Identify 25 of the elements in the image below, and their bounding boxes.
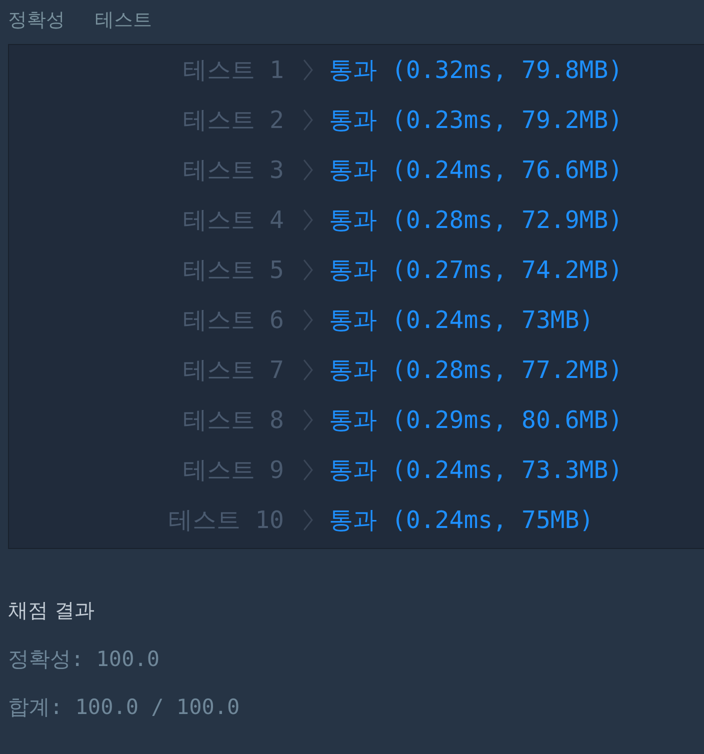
test-result: 통과 (0.24ms, 73MB) <box>329 305 594 336</box>
chevron-icon <box>302 258 314 282</box>
test-result: 통과 (0.24ms, 76.6MB) <box>329 155 623 186</box>
chevron-icon <box>302 208 314 232</box>
chevron-icon <box>302 308 314 332</box>
chevron-icon <box>302 158 314 182</box>
test-result: 통과 (0.28ms, 77.2MB) <box>329 355 623 386</box>
test-result: 통과 (0.28ms, 72.9MB) <box>329 205 623 236</box>
test-result: 통과 (0.23ms, 79.2MB) <box>329 105 623 136</box>
column-header: 정확성 <box>8 8 65 33</box>
test-result: 통과 (0.32ms, 79.8MB) <box>329 55 623 86</box>
chevron-icon <box>302 458 314 482</box>
score-line: 합계: 100.0 / 100.0 <box>8 694 241 720</box>
section-title: 채점 결과 <box>8 597 96 624</box>
test-result: 통과 (0.24ms, 75MB) <box>329 505 594 536</box>
chevron-icon <box>302 358 314 382</box>
test-result: 통과 (0.24ms, 73.3MB) <box>329 455 623 486</box>
chevron-icon <box>302 508 314 532</box>
chevron-icon <box>302 58 314 82</box>
test-result: 통과 (0.27ms, 74.2MB) <box>329 255 623 286</box>
chevron-icon <box>302 108 314 132</box>
test-result: 통과 (0.29ms, 80.6MB) <box>329 405 623 436</box>
column-header: 테스트 <box>95 8 152 33</box>
score-line: 정확성: 100.0 <box>8 646 161 672</box>
chevron-icon <box>302 408 314 432</box>
